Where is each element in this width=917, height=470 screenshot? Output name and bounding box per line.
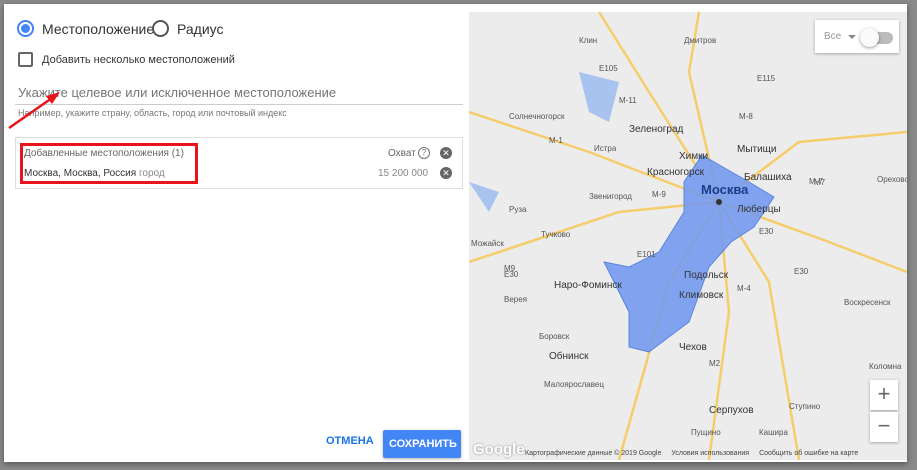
map-city-label: Балашиха — [744, 172, 792, 183]
terms-link[interactable]: Условия использования — [671, 450, 749, 457]
map-city-label: Можайск — [471, 239, 504, 248]
zoom-out-button[interactable]: − — [870, 412, 898, 442]
map-city-label: Химки — [679, 151, 709, 162]
map-road-label: M-1 — [549, 136, 563, 145]
map-city-label: Орехово — [877, 175, 907, 184]
map[interactable]: Клин Дмитров Зеленоград Мытищи Истра Хим… — [469, 12, 907, 460]
map-road-label: M-9 — [652, 190, 666, 199]
map-road-label: E30 — [794, 267, 809, 276]
map-city-label: Верея — [504, 295, 528, 304]
radio-radius[interactable]: Радиус — [152, 20, 224, 37]
map-city-label: Москва — [701, 182, 749, 197]
map-city-label: Серпухов — [709, 405, 754, 416]
map-road-label: M-11 — [619, 96, 637, 105]
reach-label: Охват — [388, 148, 416, 159]
map-road-label: E30 — [504, 270, 519, 279]
map-city-label: Пущино — [691, 428, 721, 437]
map-road-label: E101 — [637, 250, 656, 259]
map-road-label: E115 — [757, 74, 776, 83]
highlight-annotation — [20, 143, 198, 184]
google-logo: Google — [473, 441, 525, 458]
remove-all-icon[interactable]: ✕ — [440, 147, 452, 159]
location-reach: 15 200 000 — [378, 168, 429, 179]
map-city-label: Истра — [594, 144, 617, 153]
map-city-label: Мытищи — [737, 144, 777, 155]
toggle-switch[interactable] — [860, 28, 879, 47]
filter-dropdown[interactable]: Все — [824, 31, 841, 42]
map-data-credit: Картографические данные © 2019 Google — [525, 449, 662, 457]
radio-unselected-icon — [152, 20, 169, 37]
map-city-label: Звенигород — [589, 192, 632, 201]
chevron-down-icon — [848, 35, 856, 43]
map-city-label: Кашира — [759, 428, 788, 437]
map-city-label: Солнечногорск — [509, 112, 565, 121]
zoom-in-button[interactable]: + — [870, 380, 898, 410]
map-city-label: Тучково — [541, 230, 571, 239]
map-footer: Картографические данные © 2019 Google Ус… — [521, 446, 907, 460]
map-road-label: M-8 — [739, 112, 753, 121]
map-city-label: Боровск — [539, 332, 570, 341]
map-city-label: Ступино — [789, 402, 821, 411]
map-city-label: Климовск — [679, 290, 724, 301]
map-city-label: Дмитров — [684, 36, 717, 45]
map-road-label: M-4 — [737, 284, 751, 293]
remove-location-icon[interactable]: ✕ — [440, 167, 452, 179]
map-road-label: M2 — [709, 359, 721, 368]
location-dialog: Местоположение Радиус Добавить несколько… — [4, 4, 907, 462]
map-graphics — [469, 12, 907, 460]
map-city-label: Обнинск — [549, 351, 589, 362]
map-city-label: Чехов — [679, 342, 707, 353]
save-button[interactable]: СОХРАНИТЬ — [383, 430, 461, 458]
help-icon[interactable]: ? — [418, 147, 430, 159]
filter-toggle[interactable]: Все — [815, 20, 899, 53]
map-city-label: Клин — [579, 36, 598, 45]
location-search-input[interactable] — [15, 80, 463, 105]
map-city-label: Руза — [509, 205, 527, 214]
report-error-link[interactable]: Сообщить об ошибке на карте — [759, 450, 858, 457]
map-city-label: Малоярославец — [544, 380, 604, 389]
map-city-label: Коломна — [869, 362, 902, 371]
map-city-label: Подольск — [684, 270, 729, 281]
radio-radius-label: Радиус — [177, 20, 224, 37]
map-road-label: M7 — [814, 178, 826, 187]
map-road-label: E105 — [599, 64, 618, 73]
cancel-button[interactable]: ОТМЕНА — [320, 434, 380, 448]
map-city-label: Люберцы — [737, 204, 781, 215]
moscow-polygon — [603, 154, 775, 353]
map-road-label: E30 — [759, 227, 774, 236]
map-city-label: Наро-Фоминск — [554, 280, 622, 291]
map-city-label: Красногорск — [647, 167, 704, 178]
map-city-label: Воскресенск — [844, 298, 891, 307]
map-city-label: Зеленоград — [629, 124, 684, 135]
arrow-annotation — [8, 92, 60, 130]
